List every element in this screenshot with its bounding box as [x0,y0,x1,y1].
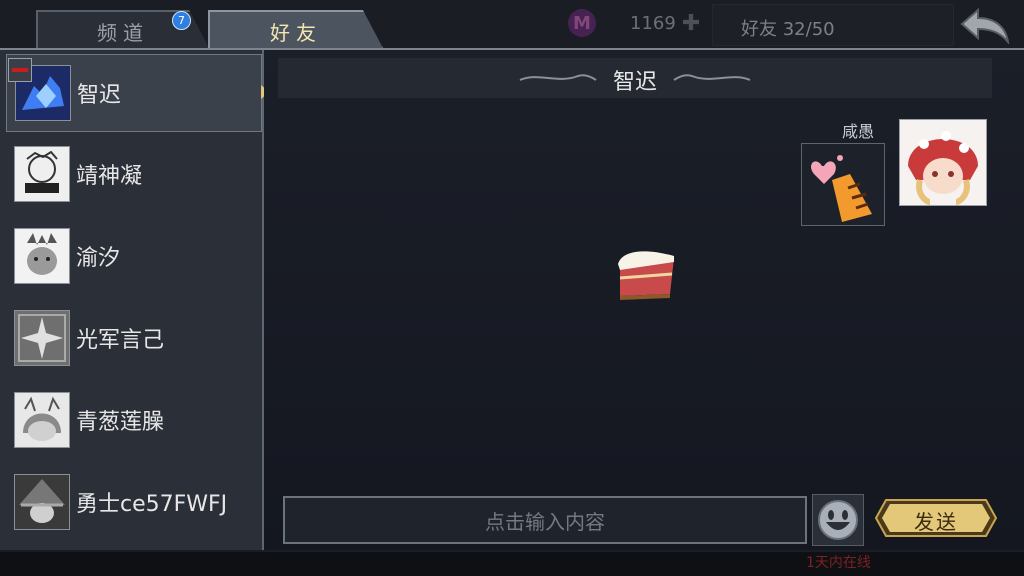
chat-title: 智迟 [612,70,657,95]
tab-friends[interactable]: 好友 [208,10,384,50]
friend-item[interactable]: 智迟 [6,54,269,132]
friend-item[interactable]: 青葱莲臊 [6,382,260,458]
online-status-text: 1天内在线 [806,555,871,571]
back-arrow-icon[interactable] [958,6,1012,44]
horned-monster-avatar [14,228,70,284]
send-button-label: 发送 [914,510,958,534]
offline-indicator-icon [8,58,32,82]
friend-count-label: 好友 32/50 [741,19,835,40]
heart-tiger-paw-sticker [801,143,885,226]
sender-avatar[interactable] [899,119,987,206]
friend-name: 光军言己 [76,328,165,353]
currency-value: 1169 [630,12,676,34]
emoji-button[interactable] [812,494,864,546]
friend-name: 智迟 [77,83,122,108]
friend-list[interactable]: 智迟 靖神凝 渝汐 光军言己 青葱莲臊 勇士ce57FWFJ [0,50,269,550]
message-input-placeholder: 点击输入内容 [485,509,605,534]
channel-badge: 7 [172,11,191,30]
tab-channel-label: 频道 [97,20,149,45]
chat-header: 智迟 [278,58,992,98]
message-input[interactable]: 点击输入内容 [283,496,807,544]
friend-item[interactable]: 光军言己 [6,300,260,376]
smiley-icon [818,500,858,540]
friend-item[interactable]: 勇士ce57FWFJ [6,464,260,540]
cake-slice-sticker [616,244,678,302]
add-currency-icon[interactable]: ✚ [682,11,700,36]
friend-name: 勇士ce57FWFJ [76,492,228,517]
friend-count-panel: 好友 32/50 [712,4,954,46]
send-button[interactable]: 发送 [874,498,998,538]
star-emblem-avatar [14,310,70,366]
sketch-character-avatar [14,146,70,202]
right-ornament-icon [673,74,751,81]
friend-item[interactable]: 靖神凝 [6,136,260,212]
currency-display: M 1169 ✚ [568,6,708,40]
m-currency-icon: M [568,9,596,37]
friend-item[interactable]: 渝汐 [6,218,260,294]
witch-hat-avatar [14,474,70,530]
tab-friends-label: 好友 [270,20,322,45]
hooded-girl-avatar [14,392,70,448]
friend-name: 渝汐 [76,246,121,271]
message-sender-name: 咸愚 [842,122,875,141]
friend-name: 青葱莲臊 [76,410,165,435]
friend-name: 靖神凝 [76,164,143,189]
